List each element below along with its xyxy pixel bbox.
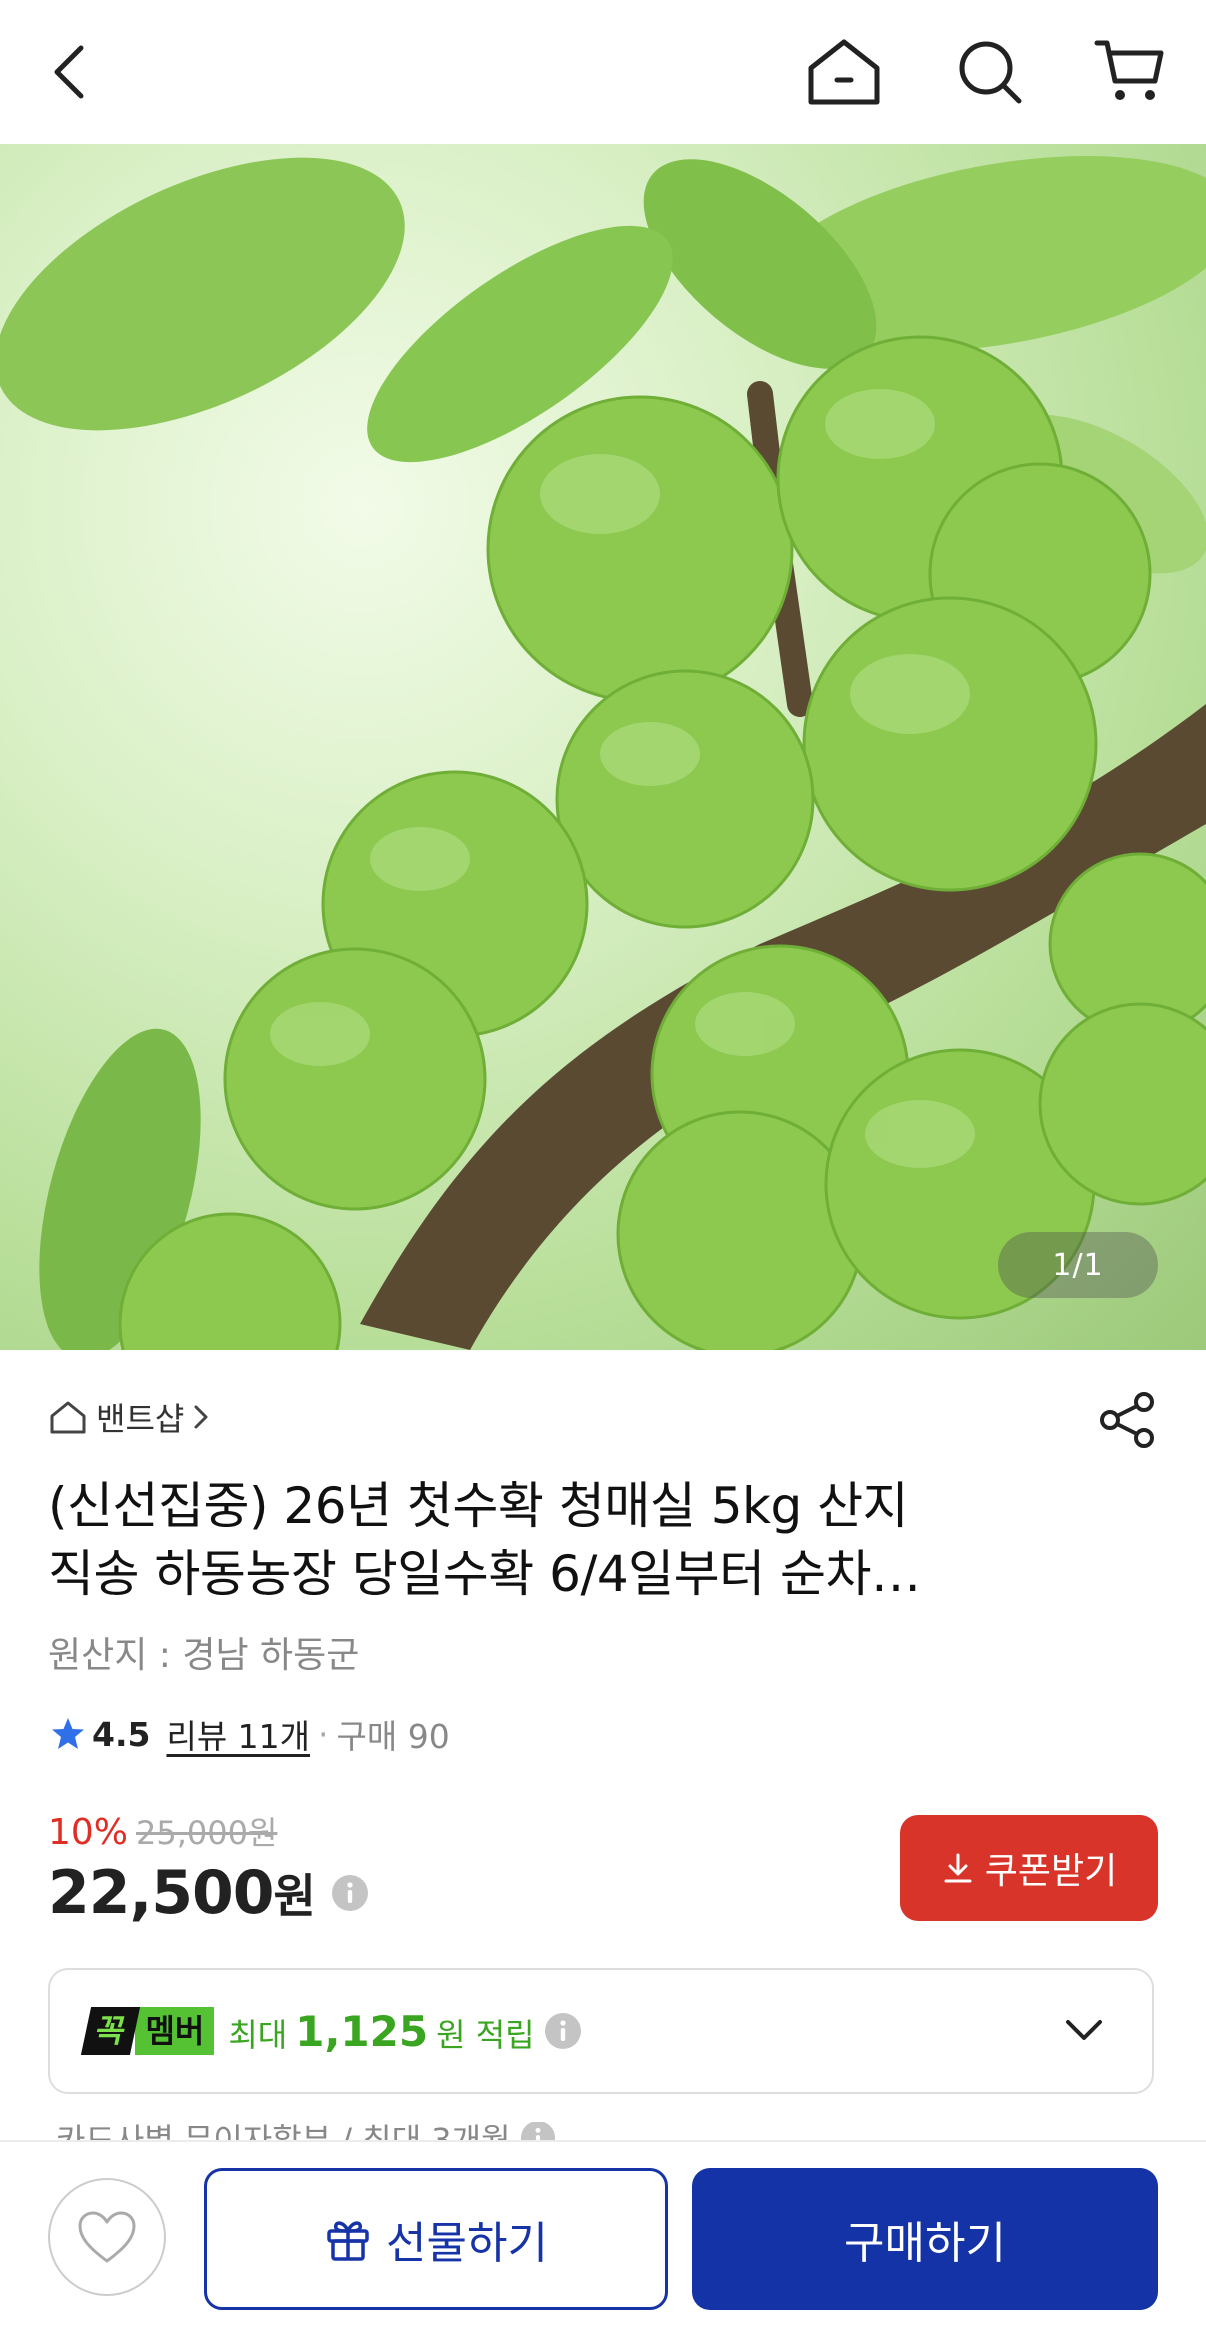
sale-price: 22,500 (48, 1858, 275, 1928)
purchase-count: 구매 90 (336, 1717, 450, 1756)
heart-icon (78, 2211, 136, 2263)
wishlist-button[interactable] (48, 2178, 166, 2296)
share-button[interactable] (1098, 1390, 1158, 1450)
origin-text: 원산지 : 경남 하동군 (48, 1635, 360, 1676)
gift-icon (327, 2221, 369, 2261)
home-button[interactable] (802, 30, 886, 114)
star-icon (52, 1718, 84, 1749)
membership-badge: 꼭 멤버 (80, 2007, 215, 2055)
membership-badge-b: 멤버 (135, 2007, 215, 2055)
reward-info-icon[interactable] (543, 2011, 583, 2051)
search-icon (959, 41, 1022, 104)
bottom-action-bar: 선물하기 구매하기 (0, 2140, 1206, 2334)
search-button[interactable] (948, 30, 1032, 114)
top-navigation-bar (0, 0, 1206, 144)
coupon-download-button[interactable]: 쿠폰받기 (900, 1815, 1158, 1921)
membership-badge-a: 꼭 (80, 2007, 141, 2055)
gift-button[interactable]: 선물하기 (204, 2168, 668, 2310)
store-name: 밴트샵 (96, 1400, 185, 1438)
membership-reward-box[interactable]: 꼭 멤버 최대 1,125 원 적립 (48, 1968, 1154, 2094)
review-link[interactable]: 리뷰 11개 (166, 1710, 310, 1758)
rating-row: 4.5 리뷰 11개 · 구매 90 (50, 1710, 450, 1758)
cart-button[interactable] (1088, 30, 1172, 114)
cart-icon (1094, 40, 1164, 100)
product-image[interactable] (0, 144, 1206, 1350)
price-info-icon[interactable] (330, 1873, 370, 1913)
rating-score: 4.5 (92, 1714, 151, 1754)
coupon-label: 쿠폰받기 (984, 1851, 1118, 1892)
product-title-line-2: 직송 하동농장 당일수확 6/4일부터 순차… (48, 1545, 921, 1603)
buy-label: 구매하기 (844, 2218, 1006, 2269)
home-icon (808, 39, 880, 105)
price-row: 22,500 원 (48, 1858, 370, 1928)
price-unit: 원 (273, 1869, 316, 1923)
chevron-down-icon[interactable] (1062, 2008, 1106, 2052)
membership-reward-text: 최대 1,125 원 적립 (228, 2007, 582, 2056)
store-link[interactable]: 밴트샵 (48, 1394, 210, 1440)
chevron-left-icon (54, 45, 84, 99)
image-counter: 1/1 (998, 1232, 1158, 1298)
share-icon (1100, 1392, 1154, 1448)
back-button[interactable] (28, 30, 112, 114)
discount-row: 10% 25,000원 (48, 1808, 277, 1854)
separator-dot: · (318, 1714, 329, 1754)
product-title-line-1: (신선집중) 26년 첫수확 청매실 5kg 산지 (48, 1477, 909, 1535)
reward-suffix: 원 적립 (436, 2015, 535, 2054)
product-detail-page: 1/1 밴트샵 (신선집중) 26년 첫수확 청매실 5kg 산지 직송 하동농… (0, 0, 1206, 2334)
product-title: (신선집중) 26년 첫수확 청매실 5kg 산지 직송 하동농장 당일수확 6… (48, 1472, 1048, 1608)
store-home-icon (50, 1401, 86, 1434)
download-icon (944, 1853, 972, 1883)
reward-prefix: 최대 (228, 2015, 288, 2054)
reward-amount: 1,125 (295, 2006, 429, 2056)
chevron-right-icon (194, 1405, 208, 1429)
gift-label: 선물하기 (386, 2218, 548, 2269)
original-price: 25,000원 (136, 1814, 278, 1852)
discount-percent: 10% (48, 1812, 129, 1853)
buy-button[interactable]: 구매하기 (692, 2168, 1158, 2310)
